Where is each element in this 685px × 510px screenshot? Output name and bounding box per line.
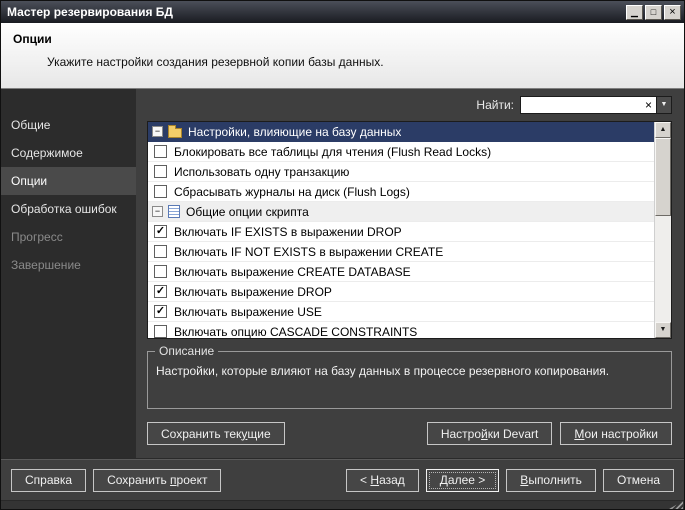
next-button[interactable]: Далее > bbox=[425, 468, 500, 492]
resize-grip[interactable] bbox=[669, 501, 683, 509]
collapse-icon[interactable]: − bbox=[152, 126, 163, 137]
wizard-header: Опции Укажите настройки создания резервн… bbox=[1, 23, 684, 89]
wizard-steps-sidebar: Общие Содержимое Опции Обработка ошибок … bbox=[1, 89, 136, 458]
option-group-script[interactable]: − Общие опции скрипта bbox=[148, 202, 654, 222]
checkbox[interactable]: ✓ bbox=[154, 265, 167, 278]
back-button[interactable]: < Назад bbox=[346, 468, 419, 492]
vertical-scrollbar[interactable]: ▲ ▼ bbox=[654, 122, 671, 338]
check-icon: ✓ bbox=[155, 225, 166, 237]
option-label: Включать опцию CASCADE CONSTRAINTS bbox=[174, 324, 418, 339]
maximize-button[interactable]: □ bbox=[645, 4, 662, 20]
search-label: Найти: bbox=[476, 98, 514, 112]
checkbox[interactable]: ✓ bbox=[154, 285, 167, 298]
checkbox[interactable]: ✓ bbox=[154, 225, 167, 238]
folder-icon bbox=[168, 124, 182, 138]
option-row[interactable]: ✓ Включать IF NOT EXISTS в выражении CRE… bbox=[148, 242, 654, 262]
sidebar-item-content[interactable]: Содержимое bbox=[1, 139, 136, 167]
option-row[interactable]: ✓ Включать IF EXISTS в выражении DROP bbox=[148, 222, 654, 242]
option-label: Включать выражение CREATE DATABASE bbox=[174, 264, 411, 279]
description-text: Настройки, которые влияют на базу данных… bbox=[156, 364, 610, 378]
scroll-up-icon[interactable]: ▲ bbox=[655, 122, 671, 138]
option-row[interactable]: ✓ Сбрасывать журналы на диск (Flush Logs… bbox=[148, 182, 654, 202]
search-input[interactable] bbox=[521, 98, 641, 112]
options-list: − Настройки, влияющие на базу данных ✓ Б… bbox=[147, 121, 672, 339]
close-button[interactable]: × bbox=[664, 4, 681, 20]
wizard-footer: Справка Сохранить проект < Назад Далее >… bbox=[1, 460, 684, 500]
sidebar-item-general[interactable]: Общие bbox=[1, 111, 136, 139]
description-groupbox: Описание Настройки, которые влияют на ба… bbox=[147, 344, 672, 409]
group-label: Настройки, влияющие на базу данных bbox=[188, 124, 402, 139]
checkbox[interactable]: ✓ bbox=[154, 245, 167, 258]
sidebar-item-options[interactable]: Опции bbox=[1, 167, 136, 195]
checkbox[interactable]: ✓ bbox=[154, 165, 167, 178]
checkbox[interactable]: ✓ bbox=[154, 325, 167, 338]
checkbox[interactable]: ✓ bbox=[154, 305, 167, 318]
sidebar-item-finish[interactable]: Завершение bbox=[1, 251, 136, 279]
option-label: Включать выражение DROP bbox=[174, 284, 332, 299]
group-label: Общие опции скрипта bbox=[186, 204, 309, 219]
option-row[interactable]: ✓ Использовать одну транзакцию bbox=[148, 162, 654, 182]
search-combo: × ▼ bbox=[520, 96, 672, 114]
option-label: Включать IF EXISTS в выражении DROP bbox=[174, 224, 402, 239]
help-button[interactable]: Справка bbox=[11, 468, 87, 492]
option-row[interactable]: ✓ Блокировать все таблицы для чтения (Fl… bbox=[148, 142, 654, 162]
sidebar-item-progress[interactable]: Прогресс bbox=[1, 223, 136, 251]
scrollbar-track[interactable] bbox=[655, 138, 671, 322]
save-current-button[interactable]: Сохранить текущие bbox=[147, 422, 285, 445]
page-title: Опции bbox=[13, 32, 52, 46]
option-row[interactable]: ✓ Включать выражение DROP bbox=[148, 282, 654, 302]
option-label: Использовать одну транзакцию bbox=[174, 164, 350, 179]
title-bar[interactable]: Мастер резервирования БД ▁ □ × bbox=[1, 1, 684, 23]
cancel-button[interactable]: Отмена bbox=[602, 468, 674, 492]
execute-button[interactable]: Выполнить bbox=[506, 468, 596, 492]
window-frame-bottom bbox=[1, 500, 684, 509]
search-dropdown-icon[interactable]: ▼ bbox=[656, 97, 671, 113]
devart-settings-button[interactable]: Настройки Devart bbox=[426, 422, 553, 445]
description-title: Описание bbox=[155, 344, 219, 358]
scrollbar-thumb[interactable] bbox=[655, 138, 671, 216]
scroll-down-icon[interactable]: ▼ bbox=[655, 322, 671, 338]
option-row[interactable]: ✓ Включать выражение CREATE DATABASE bbox=[148, 262, 654, 282]
option-row[interactable]: ✓ Включать выражение USE bbox=[148, 302, 654, 322]
save-project-button[interactable]: Сохранить проект bbox=[93, 468, 222, 492]
check-icon: ✓ bbox=[155, 285, 166, 297]
checkbox[interactable]: ✓ bbox=[154, 145, 167, 158]
collapse-icon[interactable]: − bbox=[152, 206, 163, 217]
option-label: Включать выражение USE bbox=[174, 304, 322, 319]
option-row[interactable]: ✓ Включать опцию CASCADE CONSTRAINTS bbox=[148, 322, 654, 338]
option-label: Включать IF NOT EXISTS в выражении CREAT… bbox=[174, 244, 444, 259]
option-label: Сбрасывать журналы на диск (Flush Logs) bbox=[174, 184, 410, 199]
my-settings-button[interactable]: Мои настройки bbox=[560, 422, 672, 445]
option-label: Блокировать все таблицы для чтения (Flus… bbox=[174, 144, 492, 159]
sidebar-item-error-handling[interactable]: Обработка ошибок bbox=[1, 195, 136, 223]
minimize-button[interactable]: ▁ bbox=[626, 4, 643, 20]
options-page: Найти: × ▼ − Настройки, влияющие на базу… bbox=[136, 89, 684, 458]
option-group-database[interactable]: − Настройки, влияющие на базу данных bbox=[148, 122, 654, 142]
dialog-window: Мастер резервирования БД ▁ □ × Опции Ука… bbox=[0, 0, 685, 510]
page-subtitle: Укажите настройки создания резервной коп… bbox=[47, 55, 384, 69]
checkbox[interactable]: ✓ bbox=[154, 185, 167, 198]
clear-search-icon[interactable]: × bbox=[641, 97, 656, 113]
script-icon bbox=[168, 205, 180, 218]
check-icon: ✓ bbox=[155, 305, 166, 317]
window-title: Мастер резервирования БД bbox=[7, 5, 173, 19]
